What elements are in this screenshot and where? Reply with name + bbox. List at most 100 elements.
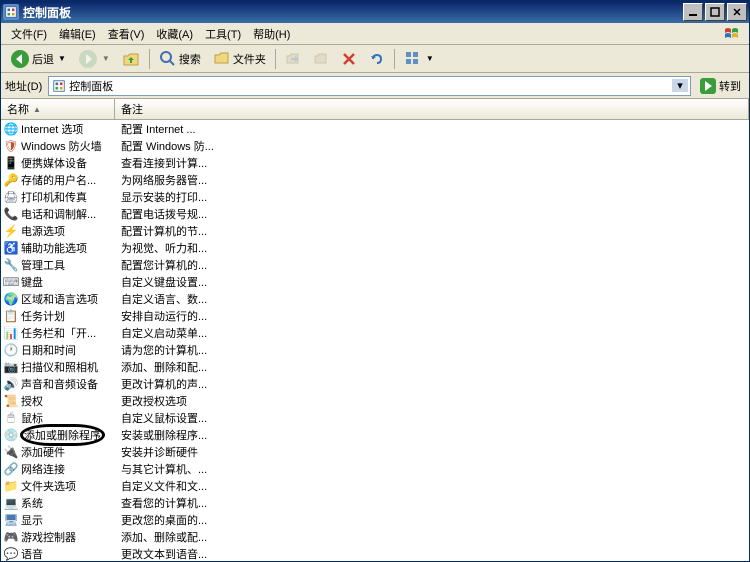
list-item[interactable]: 🔑存储的用户名...为网络服务器管...	[1, 171, 749, 188]
chevron-down-icon: ▼	[426, 54, 434, 63]
item-desc-cell: 更改计算机的声...	[115, 376, 749, 392]
list-item[interactable]: 📱便携媒体设备查看连接到计算...	[1, 154, 749, 171]
list-item[interactable]: 🎮游戏控制器添加、删除或配...	[1, 528, 749, 545]
minimize-button[interactable]	[683, 3, 703, 21]
list-item[interactable]: 📋任务计划安排自动运行的...	[1, 307, 749, 324]
back-button[interactable]: 后退 ▼	[5, 46, 71, 72]
search-button[interactable]: 搜索	[154, 47, 206, 71]
item-icon: 🌍	[3, 291, 19, 307]
list-item[interactable]: 🔌添加硬件安装并诊断硬件	[1, 443, 749, 460]
folders-button[interactable]: 文件夹	[208, 47, 271, 71]
item-name-label: 管理工具	[21, 257, 65, 273]
item-desc-cell: 自定义文件和文...	[115, 478, 749, 494]
item-name-cell: 🌍区域和语言选项	[1, 291, 115, 307]
list-item[interactable]: 🖥显示更改您的桌面的...	[1, 511, 749, 528]
maximize-button[interactable]	[705, 3, 725, 21]
list-item[interactable]: ♿辅助功能选项为视觉、听力和...	[1, 239, 749, 256]
undo-button[interactable]	[364, 48, 390, 70]
item-desc-cell: 安装或删除程序...	[115, 427, 749, 443]
item-desc-cell: 更改授权选项	[115, 393, 749, 409]
item-name-label: 任务栏和「开...	[21, 325, 96, 341]
list-item[interactable]: 🕐日期和时间 请为您的计算机...	[1, 341, 749, 358]
list-item[interactable]: 📞电话和调制解...配置电话拨号规...	[1, 205, 749, 222]
item-name-cell: 🔌添加硬件	[1, 444, 115, 460]
window-title: 控制面板	[23, 4, 683, 21]
item-name-cell: 📷扫描仪和照相机	[1, 359, 115, 375]
address-combobox[interactable]: 控制面板 ▾	[48, 76, 691, 96]
list-item[interactable]: 📁文件夹选项自定义文件和文...	[1, 477, 749, 494]
item-icon: 🕐	[3, 342, 19, 358]
column-header-name[interactable]: 名称 ▲	[1, 99, 115, 119]
item-name-cell: 💻系统	[1, 495, 115, 511]
item-name-label: 电源选项	[21, 223, 65, 239]
list-item[interactable]: 🔗网络连接与其它计算机、...	[1, 460, 749, 477]
list-item[interactable]: 💿添加或删除程序安装或删除程序...	[1, 426, 749, 443]
item-name-label: 区域和语言选项	[21, 291, 98, 307]
list-item[interactable]: 🖨打印机和传真显示安装的打印...	[1, 188, 749, 205]
forward-button[interactable]: ▼	[73, 46, 115, 72]
item-name-label: 添加或删除程序	[20, 424, 105, 446]
address-dropdown-icon[interactable]: ▾	[672, 79, 688, 92]
item-name-cell: 🔑存储的用户名...	[1, 172, 115, 188]
item-desc-cell: 自定义鼠标设置...	[115, 410, 749, 426]
close-button[interactable]	[727, 3, 747, 21]
column-header-row: 名称 ▲ 备注	[1, 99, 749, 120]
item-name-label: 任务计划	[21, 308, 65, 324]
item-icon: 💬	[3, 546, 19, 562]
list-item[interactable]: 📊任务栏和「开...自定义启动菜单...	[1, 324, 749, 341]
item-name-label: 日期和时间	[21, 342, 76, 358]
list-item[interactable]: 🌍区域和语言选项自定义语言、数...	[1, 290, 749, 307]
delete-button[interactable]	[336, 48, 362, 70]
item-name-cell: 📁文件夹选项	[1, 478, 115, 494]
column-desc-label: 备注	[121, 104, 143, 116]
item-name-label: Windows 防火墙	[21, 138, 102, 154]
menu-view[interactable]: 查看(V)	[102, 24, 151, 44]
item-name-cell: 📜授权	[1, 393, 115, 409]
list-item[interactable]: 🌐Internet 选项配置 Internet ...	[1, 120, 749, 137]
list-item[interactable]: 🛡Windows 防火墙配置 Windows 防...	[1, 137, 749, 154]
menu-favorites[interactable]: 收藏(A)	[150, 24, 199, 44]
item-icon: 🖨	[3, 189, 19, 205]
list-item[interactable]: 💬语音更改文本到语音...	[1, 545, 749, 561]
item-name-label: 电话和调制解...	[21, 206, 96, 222]
list-item[interactable]: 💻系统查看您的计算机...	[1, 494, 749, 511]
list-item[interactable]: 📷扫描仪和照相机添加、删除和配...	[1, 358, 749, 375]
list-item[interactable]: ⌨键盘自定义键盘设置...	[1, 273, 749, 290]
address-text: 控制面板	[69, 78, 672, 94]
item-desc-cell: 添加、删除和配...	[115, 359, 749, 375]
menu-edit[interactable]: 编辑(E)	[53, 24, 102, 44]
item-icon: 📱	[3, 155, 19, 171]
item-icon: 💿	[3, 427, 19, 443]
go-label: 转到	[719, 78, 741, 94]
item-icon: 🛡	[3, 138, 19, 154]
list-view[interactable]: 名称 ▲ 备注 🌐Internet 选项配置 Internet ...🛡Wind…	[1, 99, 749, 561]
separator	[149, 49, 150, 69]
go-button[interactable]: 转到	[695, 75, 745, 97]
list-item[interactable]: 📜授权更改授权选项	[1, 392, 749, 409]
list-item[interactable]: ⚡电源选项配置计算机的节...	[1, 222, 749, 239]
item-icon: 🔧	[3, 257, 19, 273]
address-label: 地址(D)	[5, 78, 44, 94]
copy-to-button[interactable]	[308, 48, 334, 70]
item-name-cell: 🎮游戏控制器	[1, 529, 115, 545]
item-icon: 🔊	[3, 376, 19, 392]
item-name-cell: 🖨打印机和传真	[1, 189, 115, 205]
views-button[interactable]: ▼	[399, 47, 439, 71]
up-button[interactable]	[117, 47, 145, 71]
item-name-label: 系统	[21, 495, 43, 511]
item-desc-cell: 请为您的计算机...	[115, 342, 749, 358]
item-icon: ⌨	[3, 274, 19, 290]
menu-file[interactable]: 文件(F)	[5, 24, 53, 44]
menu-tools[interactable]: 工具(T)	[199, 24, 247, 44]
item-icon: 📷	[3, 359, 19, 375]
list-item[interactable]: 🔊声音和音频设备更改计算机的声...	[1, 375, 749, 392]
move-to-button[interactable]	[280, 48, 306, 70]
menu-help[interactable]: 帮助(H)	[247, 24, 296, 44]
list-item[interactable]: 🔧管理工具配置您计算机的...	[1, 256, 749, 273]
sort-asc-icon: ▲	[33, 105, 41, 114]
column-header-desc[interactable]: 备注	[115, 99, 749, 119]
item-name-label: 扫描仪和照相机	[21, 359, 98, 375]
search-icon	[159, 50, 177, 68]
separator	[394, 49, 395, 69]
item-desc-cell: 查看您的计算机...	[115, 495, 749, 511]
